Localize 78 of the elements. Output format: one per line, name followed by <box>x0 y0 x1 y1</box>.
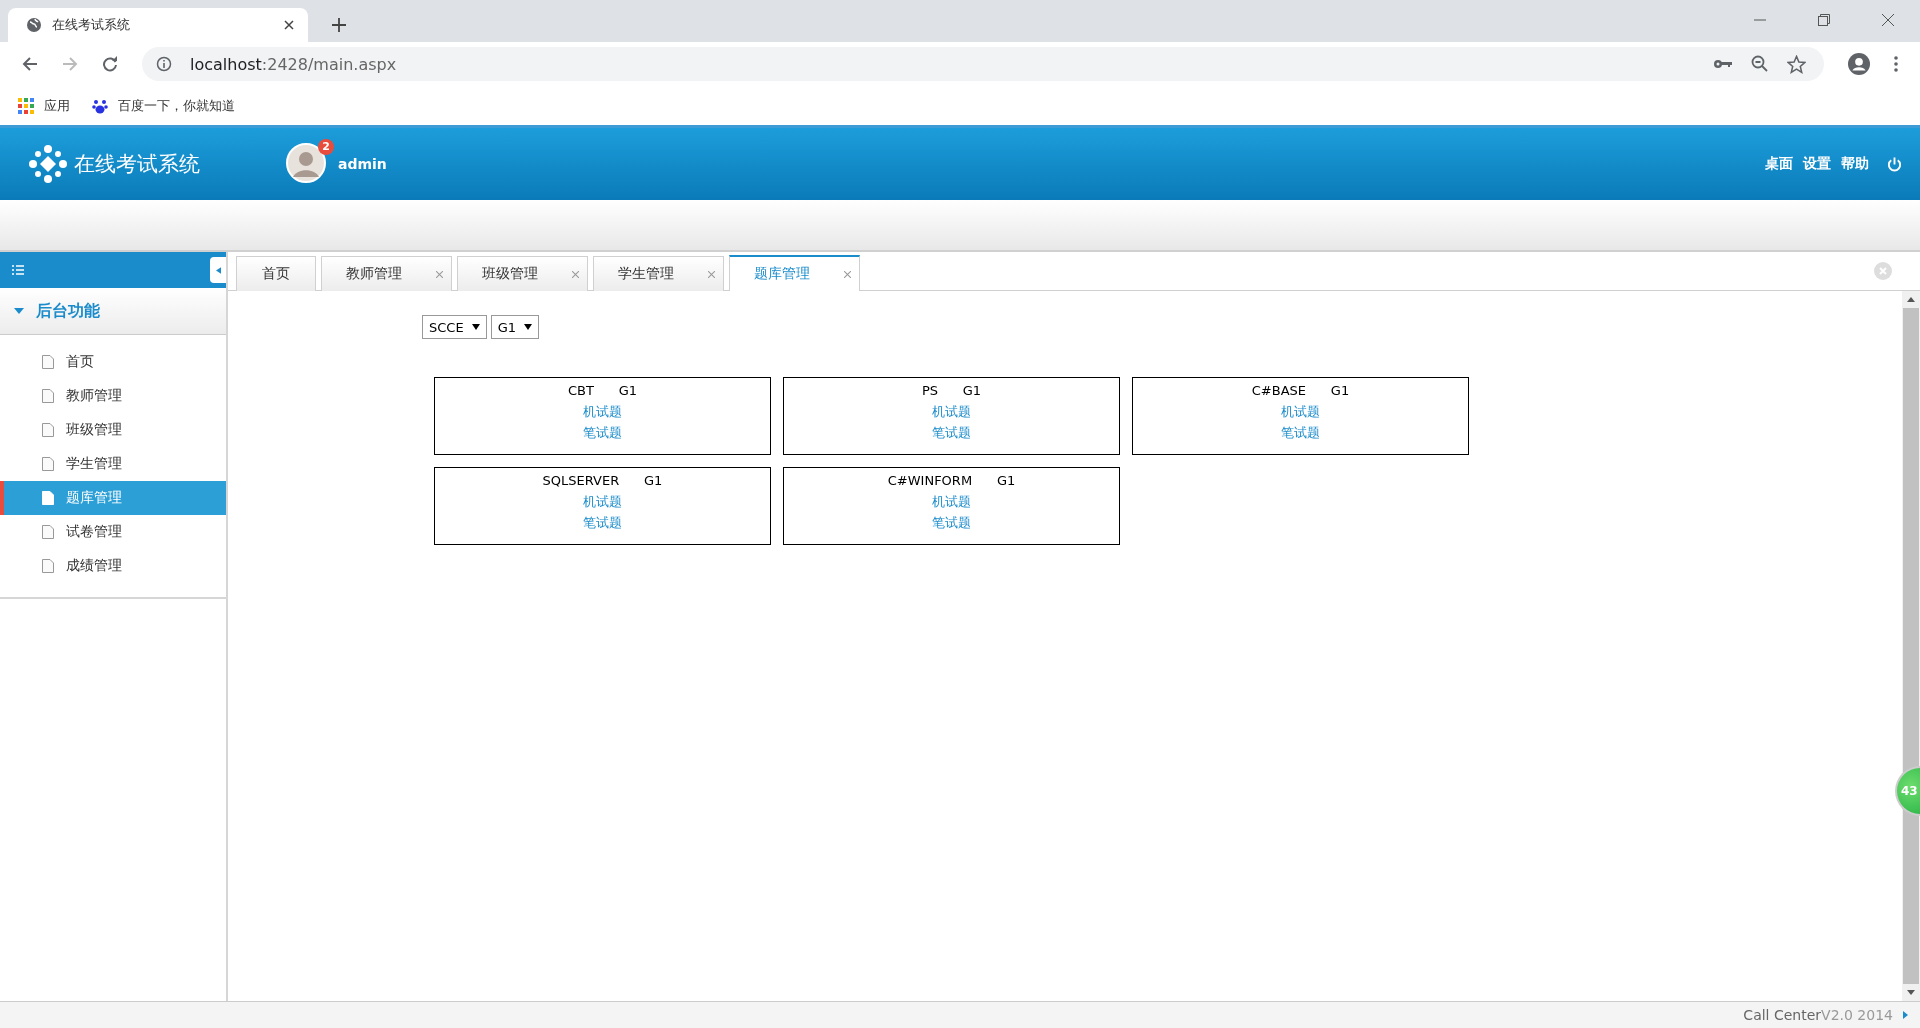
notification-badge: 2 <box>318 139 334 155</box>
bookmark[interactable]: 应用 <box>18 96 70 115</box>
caret-icon <box>215 266 221 274</box>
caret-icon <box>471 324 480 330</box>
dropdown[interactable]: SCCE <box>422 315 487 339</box>
sidebar-item[interactable]: 教师管理 <box>0 379 226 413</box>
dropdown[interactable]: G1 <box>490 315 539 339</box>
sidebar-item[interactable]: 首页 <box>0 345 226 379</box>
scroll-down-icon[interactable] <box>1907 990 1915 995</box>
zoom-out-icon[interactable] <box>1751 55 1769 73</box>
caret-icon <box>524 324 532 330</box>
tab[interactable]: 首页 <box>236 256 316 291</box>
power-icon[interactable] <box>1887 156 1902 172</box>
sidebar-item[interactable]: 试卷管理 <box>0 515 226 549</box>
close-icon[interactable] <box>284 20 294 30</box>
question-link[interactable]: 机试题 <box>583 491 622 512</box>
question-link[interactable]: 机试题 <box>932 491 971 512</box>
caret-icon[interactable] <box>1903 1011 1908 1019</box>
question-link[interactable]: 机试题 <box>583 401 622 422</box>
card-title: SQLSERVER G1 <box>542 472 663 490</box>
card-title: CBT G1 <box>567 382 638 400</box>
header-link[interactable]: 桌面 <box>1765 155 1793 173</box>
sidebar-item[interactable]: 班级管理 <box>0 413 226 447</box>
list-icon[interactable] <box>12 265 24 275</box>
apps-grid-icon <box>18 97 34 114</box>
tab[interactable]: 班级管理 <box>457 256 588 291</box>
browser-tab[interactable]: 在线考试系统 <box>8 8 308 42</box>
restore-icon[interactable] <box>1818 14 1830 26</box>
tab-title: 在线考试系统 <box>52 16 131 34</box>
question-link[interactable]: 笔试题 <box>1281 422 1320 443</box>
question-link[interactable]: 笔试题 <box>583 512 622 533</box>
address-bar[interactable]: localhost:2428/main.aspx <box>142 47 1824 81</box>
tab[interactable]: 题库管理 <box>729 255 860 291</box>
header-link[interactable]: 帮助 <box>1841 155 1869 173</box>
collapse-button[interactable] <box>210 257 226 283</box>
info-icon[interactable] <box>156 56 172 72</box>
scrollbar[interactable] <box>1902 291 1920 1001</box>
header-link[interactable]: 设置 <box>1803 155 1831 173</box>
sidebar-item[interactable]: 学生管理 <box>0 447 226 481</box>
sidebar-item[interactable]: 成绩管理 <box>0 549 226 583</box>
sidebar-item[interactable]: 题库管理 <box>0 481 226 515</box>
document-icon <box>42 423 54 437</box>
account-icon[interactable] <box>1848 53 1870 75</box>
question-link[interactable]: 机试题 <box>1281 401 1320 422</box>
card-title: C#WINFORM G1 <box>887 472 1016 490</box>
question-link[interactable]: 笔试题 <box>583 422 622 443</box>
document-icon <box>42 525 54 539</box>
key-icon[interactable] <box>1713 58 1733 70</box>
bookmark[interactable]: 百度一下，你就知道 <box>92 96 235 115</box>
version-text: V2.0 2014 <box>1821 1007 1893 1023</box>
document-icon <box>42 389 54 403</box>
app-title: 在线考试系统 <box>74 151 200 178</box>
product-name: Call Center <box>1743 1007 1822 1023</box>
document-icon <box>42 355 54 369</box>
question-link[interactable]: 笔试题 <box>932 422 971 443</box>
document-icon <box>42 559 54 573</box>
document-icon <box>42 457 54 471</box>
scroll-up-icon[interactable] <box>1907 297 1915 302</box>
user-name[interactable]: admin <box>338 156 387 172</box>
reload-icon[interactable] <box>102 56 118 72</box>
document-icon <box>42 491 54 505</box>
card-title: C#BASE G1 <box>1251 382 1350 400</box>
menu-icon[interactable] <box>1894 56 1898 72</box>
question-link[interactable]: 笔试题 <box>932 512 971 533</box>
section-title: 后台功能 <box>36 300 100 322</box>
logo-icon <box>28 144 68 184</box>
star-icon[interactable] <box>1787 54 1806 74</box>
globe-icon <box>26 17 42 33</box>
question-link[interactable]: 机试题 <box>932 401 971 422</box>
card-title: PS G1 <box>921 382 982 400</box>
url-text: localhost:2428/main.aspx <box>190 54 397 74</box>
tab[interactable]: 学生管理 <box>593 256 724 291</box>
back-icon[interactable] <box>22 56 38 72</box>
paw-icon <box>92 97 108 114</box>
caret-icon <box>14 308 24 314</box>
close-icon[interactable] <box>1882 14 1894 26</box>
tab[interactable]: 教师管理 <box>321 256 452 291</box>
new-tab-icon[interactable] <box>332 18 346 32</box>
